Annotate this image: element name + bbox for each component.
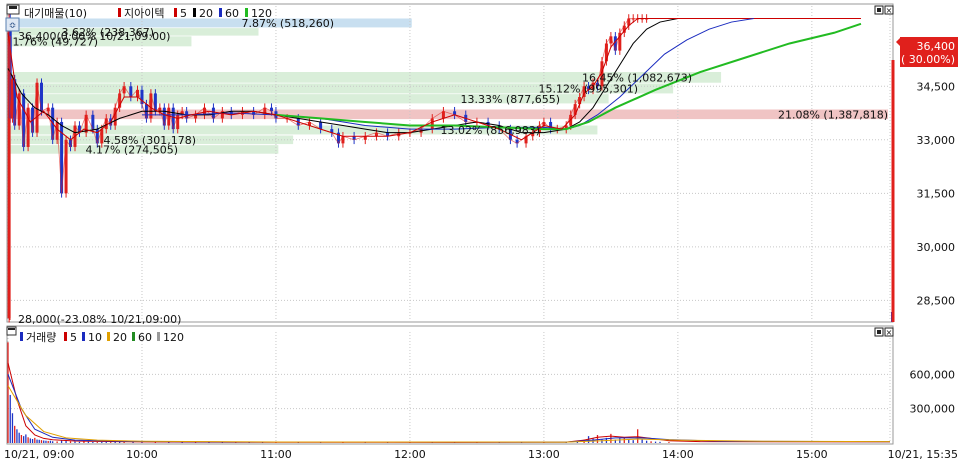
price-legend: 대기매물(10) 지아이텍 5 20 60 120 — [24, 7, 272, 20]
time-axis-tick: 15:00 — [796, 448, 828, 461]
legend-swatch — [118, 8, 121, 17]
legend-swatch — [82, 332, 85, 341]
supply-zone-label: 21.08% (1,387,818) — [778, 108, 888, 121]
legend-swatch — [107, 332, 110, 341]
price-axis-tick: 31,500 — [917, 187, 956, 200]
supply-zone-label: 13.33% (877,655) — [460, 93, 560, 106]
volume-panel-menu-icon — [8, 328, 15, 330]
scale-toggle-icon: ≎ — [9, 21, 17, 31]
legend-swatch — [157, 332, 160, 341]
chart-canvas: 7.87% (518,260)3.62% (238,367)1.76% (49,… — [0, 0, 961, 464]
volume-axis-tick: 600,000 — [910, 368, 956, 381]
maximize-icon — [877, 8, 881, 12]
time-axis-tick: 11:00 — [260, 448, 292, 461]
legend-swatch — [174, 8, 177, 17]
legend-swatch — [132, 332, 135, 341]
legend-label: 지아이텍 — [124, 7, 164, 20]
legend-label: 20 — [113, 331, 127, 344]
legend-label: 20 — [199, 7, 213, 20]
legend-swatch — [219, 8, 222, 17]
price-axis-tick: 30,000 — [917, 241, 956, 254]
legend-label: 5 — [180, 7, 187, 20]
legend-swatch — [193, 8, 196, 17]
legend-label: 거래량 — [26, 331, 56, 344]
legend-label: 60 — [138, 331, 152, 344]
time-axis-tick: 13:00 — [528, 448, 560, 461]
legend-swatch — [245, 8, 248, 17]
panel-menu-icon — [9, 6, 17, 9]
legend-label: 5 — [70, 331, 77, 344]
maximize-icon — [877, 330, 881, 334]
legend-label: 대기매물(10) — [24, 7, 87, 20]
time-axis-tick: 10/21, 15:35 — [888, 448, 958, 461]
price-axis-tick: 34,500 — [917, 80, 956, 93]
legend-label: 120 — [163, 331, 184, 344]
time-axis-tick: 10:00 — [126, 448, 158, 461]
price-axis-tick: 33,000 — [917, 134, 956, 147]
price-panel-frame — [6, 3, 894, 323]
low-price-note: 28,000(-23.08% 10/21,09:00) — [18, 313, 181, 326]
legend-label: 120 — [251, 7, 272, 20]
supply-zone-label: 4.17% (274,505) — [85, 143, 178, 156]
time-axis-tick: 10/21, 09:00 — [4, 448, 74, 461]
supply-zone-label: 13.02% (856,983) — [440, 124, 540, 137]
legend-swatch — [20, 332, 23, 341]
time-axis-tick: 14:00 — [662, 448, 694, 461]
close-icon: × — [886, 328, 893, 337]
candle-body — [430, 118, 434, 130]
price-axis-tick: 28,500 — [917, 294, 956, 307]
stock-chart-window: 7.87% (518,260) 3.62% (238,367) 1.76% (49,… — [0, 0, 961, 464]
volume-axis-tick: 300,000 — [910, 403, 956, 416]
supply-zone-bar — [8, 109, 888, 120]
legend-label: 10 — [88, 331, 102, 344]
high-price-note: 36,400(0.00% 10/21,09:00) — [18, 30, 170, 43]
last-price-tag: 36,400 ( 30.00%) — [896, 37, 958, 67]
last-price-change: ( 30.00%) — [901, 53, 955, 66]
last-price-value: 36,400 — [917, 40, 956, 53]
legend-swatch — [64, 332, 67, 341]
close-icon: × — [886, 6, 893, 15]
time-axis-tick: 12:00 — [394, 448, 426, 461]
legend-label: 60 — [225, 7, 239, 20]
